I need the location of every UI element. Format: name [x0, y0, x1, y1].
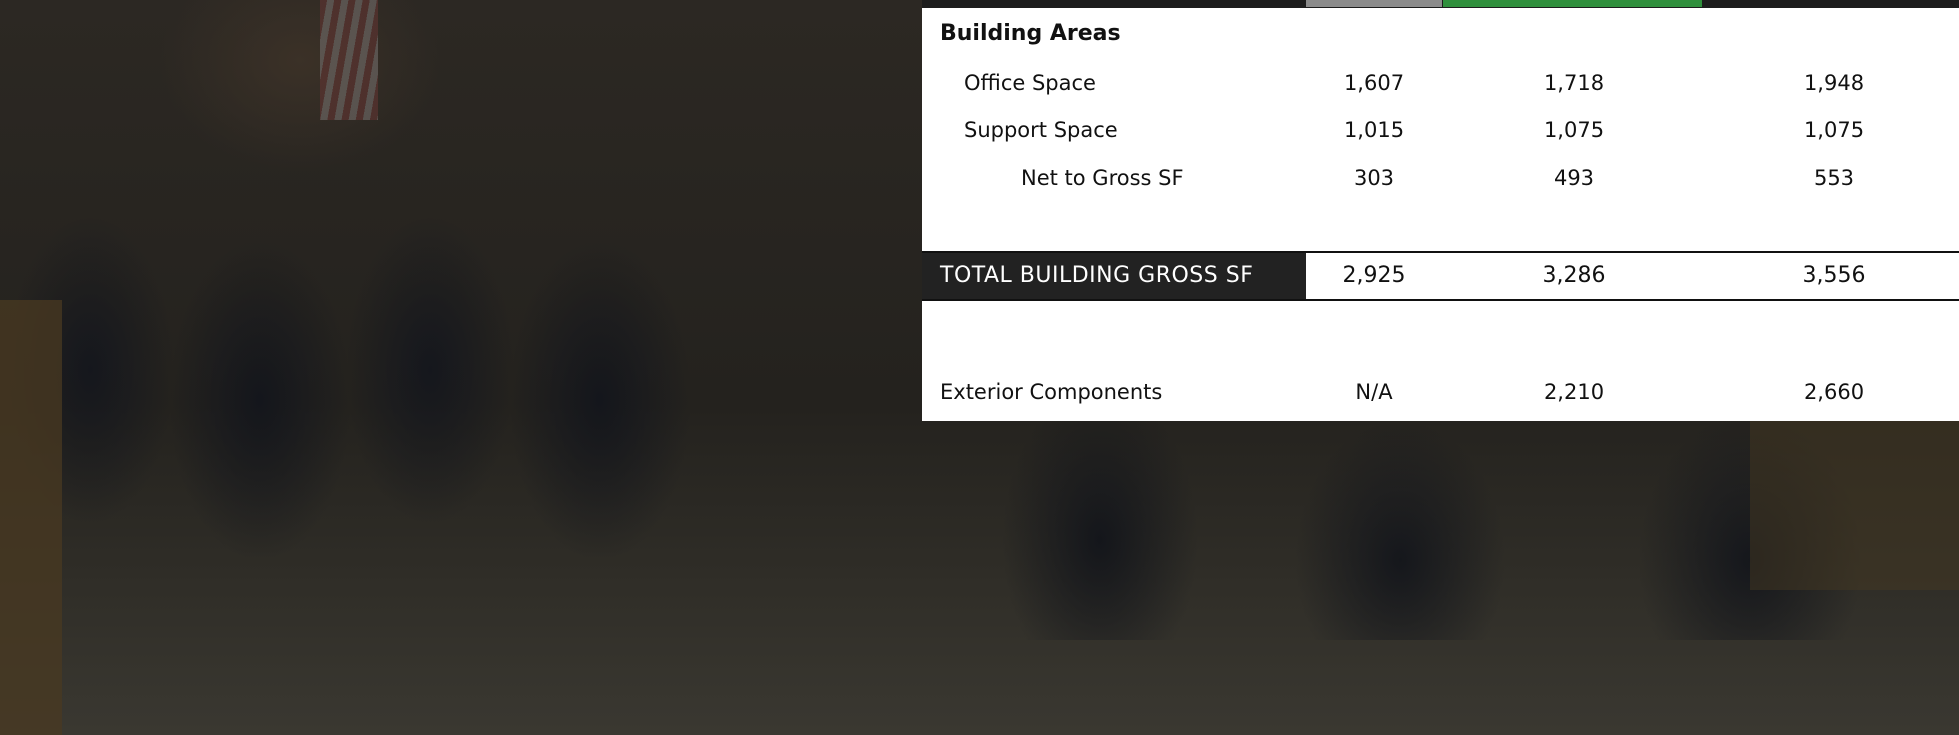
- row-label-net-to-gross: Net to Gross SF: [1021, 166, 1184, 190]
- table-cell: 493: [1553, 166, 1595, 190]
- total-row: TOTAL BUILDING GROSS SF 2,925 3,286 3,55…: [922, 251, 1959, 301]
- total-value: 2,925: [1342, 263, 1406, 288]
- table-cell: 1,075: [1803, 118, 1865, 142]
- column-tab-green: [1443, 0, 1702, 7]
- table-cell: 553: [1813, 166, 1855, 190]
- total-value: 3,556: [1802, 263, 1866, 288]
- table-cell: 1,075: [1543, 118, 1605, 142]
- table-cell: 1,718: [1543, 71, 1605, 95]
- flag: [320, 0, 378, 120]
- table-heading: Building Areas: [940, 21, 1121, 46]
- table-cell: 1,948: [1803, 71, 1865, 95]
- total-value: 3,286: [1542, 263, 1606, 288]
- total-label-box: TOTAL BUILDING GROSS SF: [922, 253, 1306, 299]
- total-label: TOTAL BUILDING GROSS SF: [940, 263, 1254, 288]
- row-label-exterior-components: Exterior Components: [940, 380, 1163, 404]
- row-label-office-space: Office Space: [964, 71, 1096, 95]
- wood-door-left: [0, 300, 62, 735]
- table-cell: 2,660: [1803, 380, 1865, 404]
- column-tab-gray: [1306, 0, 1442, 7]
- table-cell: 1,015: [1343, 118, 1405, 142]
- row-label-support-space: Support Space: [964, 118, 1118, 142]
- table-cell: 1,607: [1343, 71, 1405, 95]
- table-cell: N/A: [1355, 380, 1393, 404]
- building-areas-table: Building Areas Office Space 1,607 1,718 …: [922, 8, 1959, 421]
- table-cell: 303: [1353, 166, 1395, 190]
- table-cell: 2,210: [1543, 380, 1605, 404]
